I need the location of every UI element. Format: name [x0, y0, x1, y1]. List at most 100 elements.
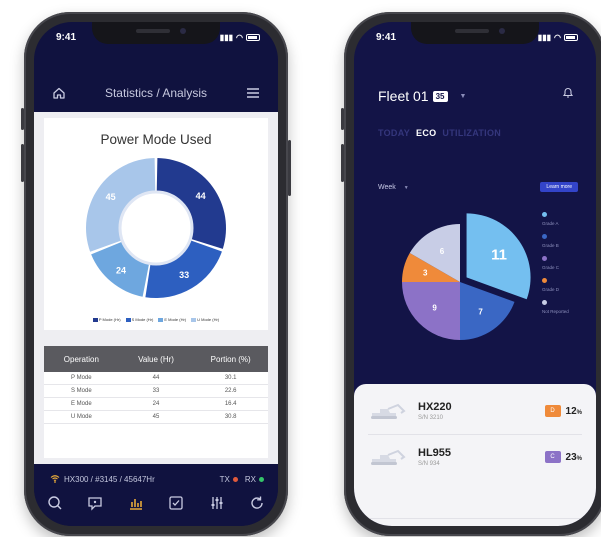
column-header: Portion (%) [210, 354, 251, 364]
percent-unit: % [576, 409, 582, 416]
status-time: 9:41 [376, 31, 397, 43]
pie-slice-label: 6 [440, 247, 445, 256]
chart-card: Power Mode Used 44 33 24 45 P Mode (Hr) S Mo… [44, 118, 268, 330]
donut-slice-label: 24 [116, 265, 126, 275]
machine-name: HX220 [418, 401, 452, 413]
pie-slice-label: 7 [478, 307, 483, 316]
machine-serial: S/N 934 [418, 461, 440, 467]
legend-item: U Mode (Hr) [191, 317, 219, 322]
donut-slice-label: 45 [106, 192, 116, 202]
signal-icon: ▮▮▮ [219, 32, 234, 42]
period-selector[interactable]: Week ▼ [378, 184, 409, 191]
table-cell: 44 [152, 375, 160, 381]
machine-grade: D 12% [544, 405, 582, 417]
legend-label: P Mode (Hr) [98, 317, 121, 322]
table-cell: 45 [152, 414, 160, 420]
operation-table: Operation Value (Hr) Portion (%) P Mode 44 3… [44, 346, 268, 458]
status-icons: ▮▮▮ ◠ [538, 33, 578, 42]
screen: 9:41 ▮▮▮ ◠ Fleet 01 35 ▼ TODAY ECO UTILIZA… [354, 22, 596, 526]
pie-slice-label: 11 [491, 247, 507, 264]
chevron-down-icon: ▼ [403, 185, 409, 191]
tx-indicator [232, 477, 238, 482]
chart-title: Power Mode Used [100, 132, 212, 147]
table-cell: 30.8 [224, 414, 237, 420]
device-status: HX300 / #3145 / 45647Hr TX RX [50, 474, 264, 485]
period-label: Week [378, 184, 396, 191]
legend-dot [542, 300, 547, 305]
tab-eco[interactable]: ECO [416, 128, 436, 138]
pie-slice-label: 3 [423, 269, 428, 278]
donut-slice-label: 33 [179, 270, 189, 280]
page-title: Statistics / Analysis [104, 86, 208, 100]
table-cell: E Mode [70, 401, 92, 407]
grade-badge: D [544, 405, 561, 417]
legend-item: E Mode (Hr) [158, 317, 186, 322]
legend-label: U Mode (Hr) [197, 317, 220, 322]
eco-grade-pie: 11 7 9 3 6 [402, 213, 531, 340]
table-cell: 16.4 [224, 401, 237, 407]
machine-row[interactable]: HL955 S/N 934 C 23% [368, 438, 582, 476]
table-row: P Mode 44 30.1 [44, 372, 268, 385]
machine-serial: S/N 3210 [418, 415, 444, 421]
statistics-content: Power Mode Used 44 33 24 45 P Mode (Hr) S Mo… [34, 112, 278, 464]
side-button [288, 140, 291, 196]
machine-grade: C 23% [544, 451, 582, 463]
legend-dot [542, 256, 547, 261]
column-header: Operation [63, 354, 99, 364]
bottom-tab-bar [46, 494, 266, 512]
phone-fleet: 9:41 ▮▮▮ ◠ Fleet 01 35 ▼ TODAY ECO UTILIZA… [341, 12, 601, 536]
machine-info: HL955 S/N 934 [418, 447, 451, 467]
side-button [341, 108, 344, 130]
legend-label: Not Reported [542, 309, 569, 314]
tab-today[interactable]: TODAY [378, 128, 410, 138]
bell-icon[interactable] [562, 86, 574, 104]
table-row: S Mode 33 22.6 [44, 385, 268, 398]
status-bar: 9:41 ▮▮▮ ◠ [376, 30, 578, 44]
view-tabs: TODAY ECO UTILIZATION [378, 128, 501, 138]
chevron-down-icon[interactable]: ▼ [460, 93, 467, 100]
checklist-icon[interactable] [167, 494, 185, 512]
legend-item: S Mode (Hr) [125, 317, 153, 322]
battery-icon [564, 33, 578, 41]
battery-icon [246, 33, 260, 41]
home-icon[interactable] [52, 86, 66, 100]
menu-icon[interactable] [246, 87, 260, 99]
search-icon[interactable] [46, 494, 64, 512]
machine-row[interactable]: HX220 S/N 3210 D 12% [368, 392, 582, 430]
excavator-icon [371, 403, 406, 419]
legend-dot [542, 278, 547, 283]
table-cell: U Mode [70, 414, 92, 420]
status-time: 9:41 [56, 31, 77, 43]
legend-dot [542, 234, 547, 239]
table-cell: 22.6 [224, 388, 237, 394]
message-icon[interactable] [86, 494, 104, 512]
signal-indicators: TX RX [220, 475, 264, 484]
legend-swatch [125, 317, 131, 322]
percent-unit: % [576, 455, 582, 462]
learn-more-button[interactable]: Learn more [540, 182, 578, 192]
wifi-status-icon: ◠ [236, 32, 243, 42]
table-body: P Mode 44 30.1 S Mode 33 22.6 E Mode 24 16.4 U Mo… [44, 372, 268, 424]
side-button [21, 144, 24, 182]
donut-hole [118, 190, 194, 266]
sliders-icon[interactable] [208, 494, 226, 512]
excavator-icon [371, 449, 406, 465]
table-cell: P Mode [71, 375, 92, 381]
table-cell: 24 [152, 401, 160, 407]
chart-legend: P Mode (Hr) S Mode (Hr) E Mode (Hr) U Mode … [44, 317, 268, 322]
fleet-selector[interactable]: Fleet 01 35 ▼ [378, 88, 466, 104]
side-button [21, 108, 24, 130]
legend-label: Grade A [542, 221, 559, 226]
percent-value: 12 [565, 405, 577, 417]
rx-label: RX [244, 475, 256, 484]
grade-badge: C [544, 451, 561, 463]
legend-swatch [191, 317, 197, 322]
pie-slice [402, 282, 460, 340]
table-row: U Mode 45 30.8 [44, 411, 268, 424]
column-header: Value (Hr) [138, 354, 174, 364]
tab-utilization[interactable]: UTILIZATION [442, 128, 501, 138]
chart-icon[interactable] [127, 494, 145, 512]
machine-name: HL955 [418, 447, 452, 459]
refresh-icon[interactable] [248, 494, 266, 512]
table-header: Operation Value (Hr) Portion (%) [44, 346, 268, 372]
